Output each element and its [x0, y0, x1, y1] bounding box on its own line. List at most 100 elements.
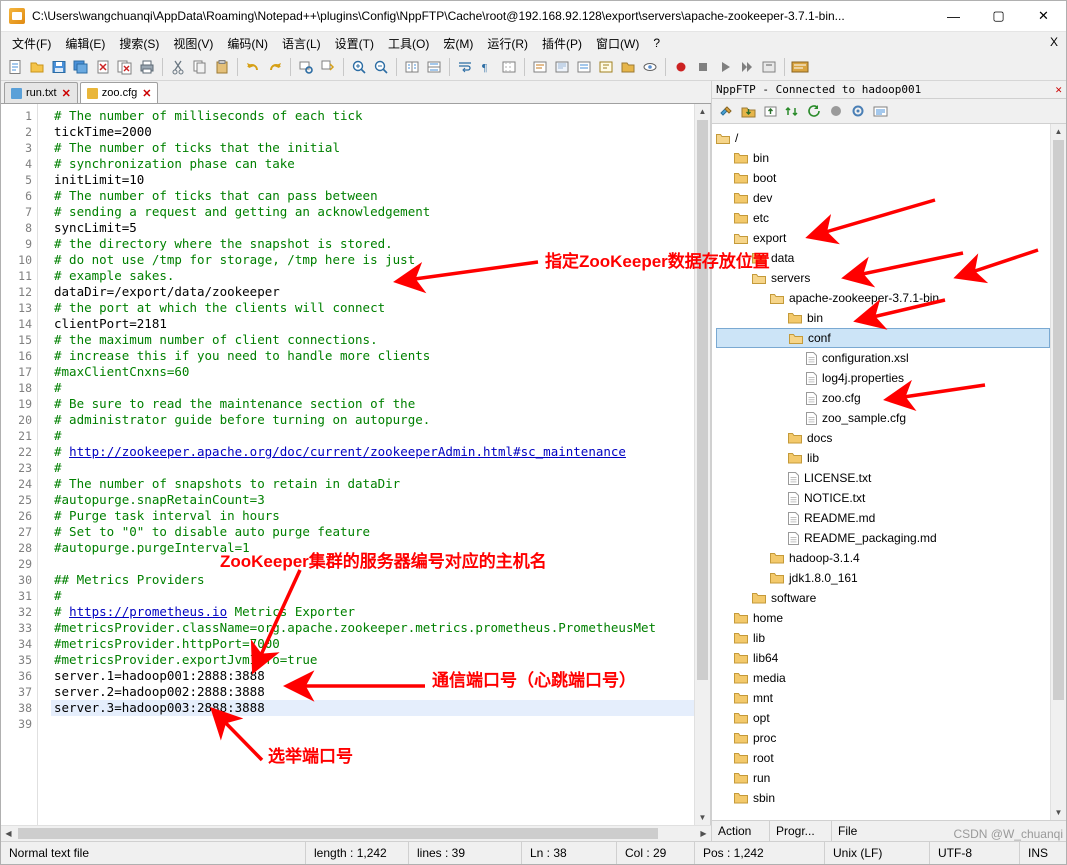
- code-line[interactable]: server.3=hadoop003:2888:3888: [51, 700, 694, 716]
- tree-item[interactable]: conf: [716, 328, 1050, 348]
- menu-window[interactable]: 窗口(W): [589, 33, 646, 54]
- log-col-progress[interactable]: Progr...: [770, 821, 832, 841]
- tree-item[interactable]: etc: [716, 208, 1050, 228]
- zoom-out-icon[interactable]: [370, 57, 391, 78]
- macro-playmulti-icon[interactable]: [736, 57, 757, 78]
- tree-item[interactable]: mnt: [716, 688, 1050, 708]
- code-line[interactable]: # sending a request and getting an ackno…: [51, 204, 694, 220]
- remote-file-tree[interactable]: / bin boot dev etc export data servers apache-zo…: [712, 124, 1050, 820]
- tree-item[interactable]: bin: [716, 308, 1050, 328]
- code-line[interactable]: #: [51, 588, 694, 604]
- maximize-button[interactable]: ▢: [976, 1, 1021, 31]
- code-line[interactable]: server.1=hadoop001:2888:3888: [51, 668, 694, 684]
- code-line[interactable]: # do not use /tmp for storage, /tmp here…: [51, 252, 694, 268]
- tree-item[interactable]: configuration.xsl: [716, 348, 1050, 368]
- undo-icon[interactable]: [242, 57, 263, 78]
- upload-other-icon[interactable]: [782, 101, 802, 121]
- code-line[interactable]: # The number of milliseconds of each tic…: [51, 108, 694, 124]
- tree-item[interactable]: opt: [716, 708, 1050, 728]
- code-line[interactable]: #metricsProvider.httpPort=7000: [51, 636, 694, 652]
- code-line[interactable]: # Be sure to read the maintenance sectio…: [51, 396, 694, 412]
- scroll-up-arrow[interactable]: ▲: [695, 104, 710, 119]
- code-line[interactable]: initLimit=10: [51, 172, 694, 188]
- scroll-down-arrow[interactable]: ▼: [695, 810, 710, 825]
- upload-icon[interactable]: [760, 101, 780, 121]
- menu-macro[interactable]: 宏(M): [436, 33, 480, 54]
- function-list-icon[interactable]: [595, 57, 616, 78]
- code-line[interactable]: # http://zookeeper.apache.org/doc/curren…: [51, 444, 694, 460]
- redo-icon[interactable]: [264, 57, 285, 78]
- scroll-thumb[interactable]: [697, 120, 708, 680]
- scroll-right-arrow[interactable]: ▶: [696, 826, 711, 841]
- folder-as-workspace-icon[interactable]: [617, 57, 638, 78]
- save-icon[interactable]: [48, 57, 69, 78]
- code-line[interactable]: clientPort=2181: [51, 316, 694, 332]
- minimize-button[interactable]: —: [931, 1, 976, 31]
- tree-item[interactable]: README.md: [716, 508, 1050, 528]
- macro-play-icon[interactable]: [714, 57, 735, 78]
- close-document-button[interactable]: X: [1050, 35, 1058, 49]
- tree-item[interactable]: bin: [716, 148, 1050, 168]
- tree-item[interactable]: hadoop-3.1.4: [716, 548, 1050, 568]
- new-file-icon[interactable]: [4, 57, 25, 78]
- abort-icon[interactable]: [826, 101, 846, 121]
- refresh-icon[interactable]: [804, 101, 824, 121]
- messages-icon[interactable]: [870, 101, 890, 121]
- doc-list-icon[interactable]: [573, 57, 594, 78]
- tree-item[interactable]: run: [716, 768, 1050, 788]
- nppftp-toggle-icon[interactable]: [789, 57, 810, 78]
- replace-icon[interactable]: [317, 57, 338, 78]
- scroll-left-arrow[interactable]: ◀: [1, 826, 16, 841]
- open-file-icon[interactable]: [26, 57, 47, 78]
- tree-item[interactable]: apache-zookeeper-3.7.1-bin: [716, 288, 1050, 308]
- code-line[interactable]: #metricsProvider.className=org.apache.zo…: [51, 620, 694, 636]
- word-wrap-icon[interactable]: [454, 57, 475, 78]
- code-line[interactable]: # the port at which the clients will con…: [51, 300, 694, 316]
- hyperlink[interactable]: https://prometheus.io: [69, 604, 227, 619]
- code-line[interactable]: server.2=hadoop002:2888:3888: [51, 684, 694, 700]
- hyperlink[interactable]: http://zookeeper.apache.org/doc/current/…: [69, 444, 626, 459]
- code-line[interactable]: #: [51, 460, 694, 476]
- menu-file[interactable]: 文件(F): [5, 33, 58, 54]
- code-line[interactable]: # administrator guide before turning on …: [51, 412, 694, 428]
- code-line[interactable]: # Set to "0" to disable auto purge featu…: [51, 524, 694, 540]
- hscroll-thumb[interactable]: [18, 828, 658, 839]
- code-content[interactable]: # The number of milliseconds of each tic…: [51, 104, 694, 825]
- tree-item[interactable]: lib: [716, 628, 1050, 648]
- scroll-thumb[interactable]: [1053, 140, 1064, 700]
- tree-item[interactable]: software: [716, 588, 1050, 608]
- settings-icon[interactable]: [848, 101, 868, 121]
- tree-item[interactable]: dev: [716, 188, 1050, 208]
- menu-view[interactable]: 视图(V): [166, 33, 220, 54]
- tree-item[interactable]: media: [716, 668, 1050, 688]
- tree-item[interactable]: lib64: [716, 648, 1050, 668]
- macro-save-icon[interactable]: [758, 57, 779, 78]
- monitor-icon[interactable]: [639, 57, 660, 78]
- tree-item[interactable]: zoo.cfg: [716, 388, 1050, 408]
- connect-icon[interactable]: [716, 101, 736, 121]
- tree-item[interactable]: boot: [716, 168, 1050, 188]
- code-line[interactable]: #: [51, 380, 694, 396]
- tree-item[interactable]: /: [716, 128, 1050, 148]
- find-icon[interactable]: [295, 57, 316, 78]
- menu-plugins[interactable]: 插件(P): [535, 33, 589, 54]
- menu-settings[interactable]: 设置(T): [328, 33, 381, 54]
- code-line[interactable]: #autopurge.snapRetainCount=3: [51, 492, 694, 508]
- tree-item[interactable]: servers: [716, 268, 1050, 288]
- code-line[interactable]: # The number of ticks that can pass betw…: [51, 188, 694, 204]
- code-line[interactable]: tickTime=2000: [51, 124, 694, 140]
- tree-item[interactable]: lib: [716, 448, 1050, 468]
- paste-icon[interactable]: [211, 57, 232, 78]
- close-button[interactable]: ✕: [1021, 1, 1066, 31]
- indent-guide-icon[interactable]: [498, 57, 519, 78]
- code-line[interactable]: # https://prometheus.io Metrics Exporter: [51, 604, 694, 620]
- nppftp-close-icon[interactable]: ✕: [1055, 83, 1062, 96]
- tab-zoo-cfg[interactable]: zoo.cfg ✕: [79, 82, 159, 103]
- code-line[interactable]: # synchronization phase can take: [51, 156, 694, 172]
- save-all-icon[interactable]: [70, 57, 91, 78]
- menu-tools[interactable]: 工具(O): [381, 33, 436, 54]
- code-line[interactable]: # The number of snapshots to retain in d…: [51, 476, 694, 492]
- copy-icon[interactable]: [189, 57, 210, 78]
- tree-item[interactable]: root: [716, 748, 1050, 768]
- code-line[interactable]: dataDir=/export/data/zookeeper: [51, 284, 694, 300]
